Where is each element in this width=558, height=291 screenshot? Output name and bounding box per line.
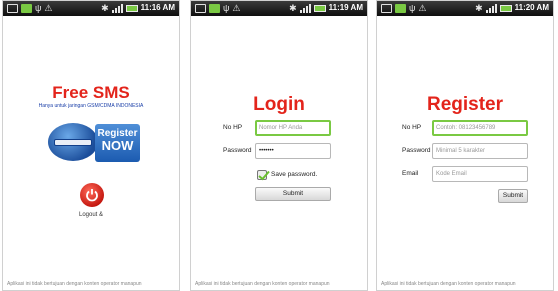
nohp-input[interactable]: Nomor HP Anda [255, 120, 331, 136]
status-bar: ψ ⚠ ✱ 11:16 AM [3, 1, 179, 16]
message-icon [7, 3, 18, 13]
password-input[interactable]: Minimal 5 karakter [432, 143, 528, 159]
bluetooth-icon: ✱ [101, 3, 109, 13]
message-icon [195, 3, 206, 13]
signal-icon [485, 3, 497, 13]
clock: 11:20 AM [514, 3, 549, 12]
submit-button[interactable]: Submit [255, 187, 331, 201]
logout-label[interactable]: Logout & [3, 212, 179, 218]
battery-icon [313, 4, 326, 12]
register-title: Register [426, 94, 504, 115]
password-input[interactable]: ••••••• [255, 143, 331, 159]
app-subtitle: Hanya untuk jaringan GSM/CDMA INDONESIA [38, 103, 144, 109]
email-input[interactable]: Kode Email [432, 166, 528, 182]
nohp-input[interactable]: Contoh: 08123456789 [432, 120, 528, 136]
footer-text: Aplikasi ini tidak bertujuan dengan kont… [195, 281, 330, 287]
clock: 11:16 AM [140, 3, 175, 12]
battery-notify-icon [395, 3, 406, 13]
screen-home: ψ ⚠ ✱ 11:16 AM Free SMS Hanya untuk jari… [2, 0, 180, 291]
footer-text: Aplikasi ini tidak bertujuan dengan kont… [7, 281, 142, 287]
battery-notify-icon [21, 3, 32, 13]
screen-register: ψ ⚠ ✱ 11:20 AM Register No HP Contoh: 08… [376, 0, 554, 291]
bluetooth-icon: ✱ [475, 3, 483, 13]
power-icon[interactable] [80, 183, 104, 207]
login-title: Login [253, 94, 305, 115]
bluetooth-icon: ✱ [289, 3, 297, 13]
status-bar: ψ ⚠ ✱ 11:20 AM [377, 1, 553, 16]
battery-notify-icon [209, 3, 220, 13]
nohp-label: No HP [402, 124, 422, 131]
screen-login: ψ ⚠ ✱ 11:19 AM Login No HP Nomor HP Anda… [190, 0, 368, 291]
save-password-checkbox[interactable] [257, 170, 270, 181]
app-title: Free SMS [52, 83, 130, 102]
signal-icon [299, 3, 311, 13]
password-label: Password [223, 147, 252, 154]
battery-icon [499, 4, 512, 12]
warning-icon: ⚠ [232, 3, 241, 13]
password-label: Password [402, 147, 431, 154]
usb-icon: ψ [223, 3, 230, 13]
save-password-label: Save password. [271, 171, 318, 178]
footer-text: Aplikasi ini tidak bertujuan dengan kont… [381, 281, 516, 287]
now-label: NOW [101, 138, 134, 153]
clock: 11:19 AM [328, 3, 363, 12]
battery-icon [125, 4, 138, 12]
submit-button[interactable]: Submit [498, 189, 528, 203]
checkmark-icon [258, 170, 270, 181]
signal-icon [111, 3, 123, 13]
nohp-label: No HP [223, 124, 243, 131]
warning-icon: ⚠ [44, 3, 53, 13]
register-now-button[interactable]: Register NOW [95, 124, 140, 162]
message-icon [381, 3, 392, 13]
warning-icon: ⚠ [418, 3, 427, 13]
usb-icon: ψ [409, 3, 416, 13]
sms-logo-bar [54, 139, 92, 146]
status-bar: ψ ⚠ ✱ 11:19 AM [191, 1, 367, 16]
email-label: Email [402, 170, 419, 177]
usb-icon: ψ [35, 3, 42, 13]
